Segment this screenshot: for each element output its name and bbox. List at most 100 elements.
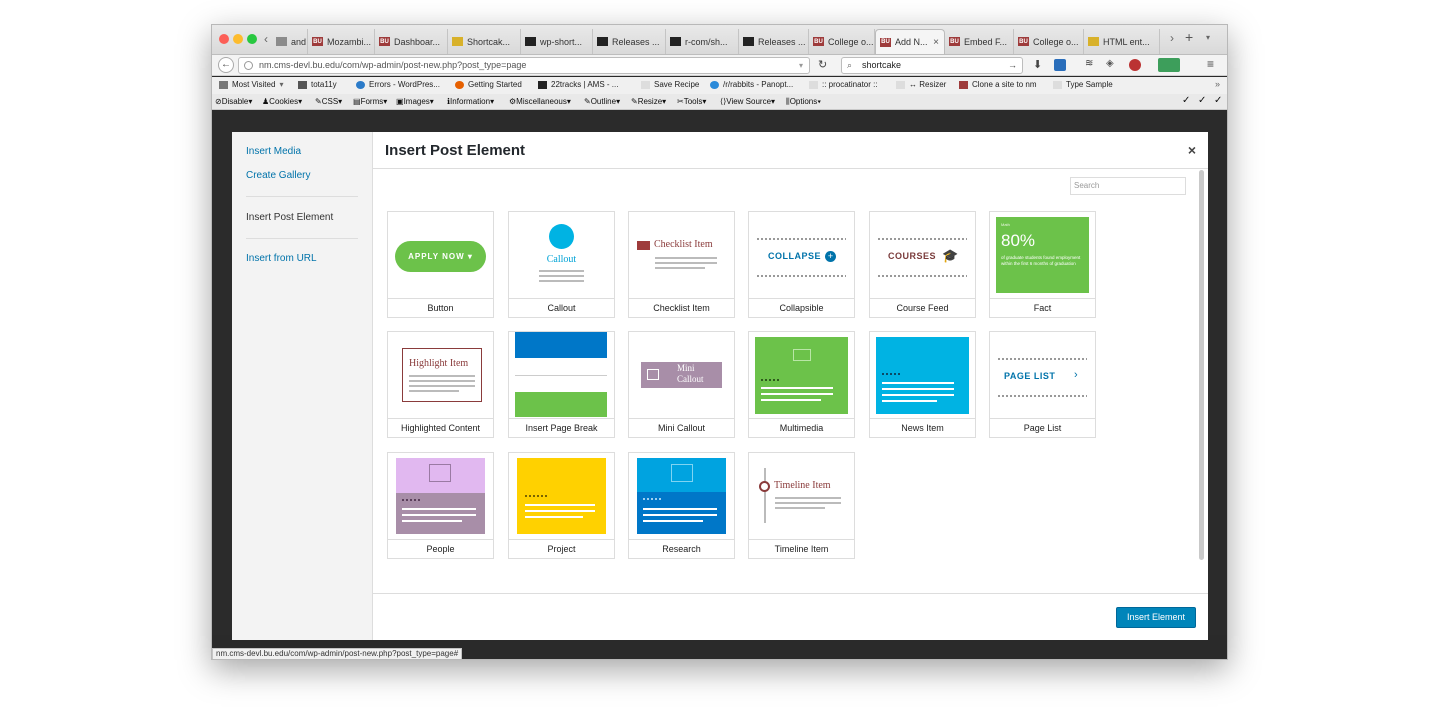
tab-scroll-left-icon[interactable]: ‹ — [264, 32, 268, 46]
tab-list-icon[interactable]: ▾ — [1206, 33, 1210, 42]
element-card-timeline-item[interactable]: Timeline Item Timeline Item — [748, 452, 855, 559]
browser-tab[interactable]: BU Add N... × — [875, 29, 945, 54]
browser-tab[interactable]: BU Embed F... — [945, 29, 1014, 54]
dev-cookies-menu[interactable]: ♟Cookies▾ — [262, 97, 302, 106]
dev-information-menu[interactable]: ℹInformation▾ — [447, 97, 494, 106]
browser-tab[interactable]: wp-short... — [521, 29, 593, 54]
element-card-collapsible[interactable]: COLLAPSE + Collapsible — [748, 211, 855, 318]
bookmark-errors[interactable]: Errors - WordPres... — [356, 80, 440, 89]
hamburger-menu-icon[interactable]: ≡ — [1207, 57, 1214, 71]
more-bookmarks-icon[interactable]: » — [1215, 79, 1220, 89]
reload-icon[interactable]: ↻ — [818, 58, 827, 71]
element-card-checklist-item[interactable]: Checklist Item Checklist Item — [628, 211, 735, 318]
apply-now-sample: APPLY NOW ▾ — [395, 241, 486, 272]
browser-tab[interactable]: BU Dashboar... — [375, 29, 448, 54]
page-break-bottom-block — [515, 392, 607, 417]
sidebar-item-insert-from-url[interactable]: Insert from URL — [246, 253, 317, 264]
dev-view-source-menu[interactable]: ⟨⟩View Source▾ — [720, 97, 775, 106]
browser-tab[interactable]: BU College o... — [1014, 29, 1084, 54]
url-dropdown-icon[interactable]: ▾ — [799, 58, 803, 73]
search-field[interactable]: ⌕ shortcake → — [841, 57, 1023, 74]
dev-disable-menu[interactable]: ⊘Disable▾ — [215, 97, 252, 106]
browser-tab[interactable]: Releases ... — [593, 29, 666, 54]
tab-scroll-right-icon[interactable]: › — [1170, 31, 1174, 45]
element-card-insert-page-break[interactable]: Insert Page Break — [508, 331, 615, 438]
download-icon[interactable]: ⬇ — [1033, 58, 1042, 71]
tab-label: Releases ... — [758, 36, 806, 47]
dev-forms-menu[interactable]: ▤Forms▾ — [353, 97, 387, 106]
search-go-icon[interactable]: → — [1008, 58, 1017, 73]
extension-icon[interactable] — [1054, 59, 1066, 71]
dotted-rule — [761, 379, 781, 381]
highlight-box: Highlight Item — [402, 348, 482, 402]
element-card-callout[interactable]: Callout Callout — [508, 211, 615, 318]
project-block — [517, 458, 606, 534]
browser-tab[interactable]: BU Mozambi... — [308, 29, 375, 54]
element-card-news-item[interactable]: News Item — [869, 331, 976, 438]
minimize-window-icon[interactable] — [233, 34, 243, 44]
element-card-highlighted-content[interactable]: Highlight Item Highlighted Content — [387, 331, 494, 438]
new-tab-button[interactable]: + — [1185, 29, 1193, 45]
element-card-course-feed[interactable]: COURSES 🎓 Course Feed — [869, 211, 976, 318]
zoom-window-icon[interactable] — [247, 34, 257, 44]
bookmark-getting-started[interactable]: Getting Started — [455, 80, 522, 89]
text-line — [409, 385, 475, 387]
profile-icon[interactable] — [1129, 59, 1141, 71]
tab-label: Mozambi... — [327, 36, 372, 47]
cube-icon[interactable]: ◈ — [1106, 58, 1114, 69]
browser-tab[interactable]: Releases ... — [739, 29, 809, 54]
element-card-people[interactable]: People — [387, 452, 494, 559]
check-icon[interactable]: ✓ — [1198, 95, 1206, 106]
close-icon[interactable]: × — [1188, 142, 1196, 158]
element-card-mini-callout[interactable]: Mini Callout Mini Callout — [628, 331, 735, 438]
tab-favicon-icon: BU — [312, 37, 323, 46]
sidebar-item-create-gallery[interactable]: Create Gallery — [246, 170, 310, 181]
dev-images-menu[interactable]: ▣Images▾ — [396, 97, 434, 106]
reddit-icon — [710, 80, 719, 89]
bookmark-procatinator[interactable]: :: procatinator :: — [809, 80, 878, 89]
url-bar[interactable]: nm.cms-devl.bu.edu/com/wp-admin/post-new… — [238, 57, 810, 74]
bookmark-most-visited[interactable]: Most Visited ▾ — [219, 80, 283, 89]
bookmark-22tracks[interactable]: 22tracks | AMS - ... — [538, 80, 618, 89]
mini-callout-sample-text: Mini Callout — [677, 363, 704, 384]
dev-tools-menu[interactable]: ✂Tools▾ — [677, 97, 706, 106]
browser-tab[interactable]: Shortcak... — [448, 29, 521, 54]
element-search-input[interactable]: Search — [1070, 177, 1186, 195]
element-card-page-list[interactable]: PAGE LIST › Page List — [989, 331, 1096, 438]
text-line — [402, 508, 476, 510]
insert-element-button[interactable]: Insert Element — [1116, 607, 1196, 628]
element-card-fact[interactable]: Math 80% of graduate students found empl… — [989, 211, 1096, 318]
tab-close-icon[interactable]: × — [933, 37, 939, 48]
browser-tab[interactable]: and ... — [272, 29, 308, 54]
sidebar-item-insert-post-element[interactable]: Insert Post Element — [246, 212, 333, 223]
bookmark-rabbits[interactable]: /r/rabbits - Panopt... — [710, 80, 793, 89]
check-icon[interactable]: ✓ — [1182, 95, 1190, 106]
browser-tab[interactable]: r-com/sh... — [666, 29, 739, 54]
bookmark-tota11y[interactable]: tota11y — [298, 80, 337, 89]
bookmark-type-sample[interactable]: Type Sample — [1053, 80, 1113, 89]
browser-tab[interactable]: HTML ent... — [1084, 29, 1160, 54]
color-picker-icon[interactable] — [1158, 58, 1180, 72]
element-card-multimedia[interactable]: Multimedia — [748, 331, 855, 438]
bookmark-resizer[interactable]: ↔ Resizer — [896, 80, 946, 89]
element-card-research[interactable]: Research — [628, 452, 735, 559]
check-icon[interactable]: ✓ — [1214, 95, 1222, 106]
back-button[interactable]: ← — [218, 57, 234, 73]
dev-outline-menu[interactable]: ✎Outline▾ — [584, 97, 620, 106]
sidebar-item-insert-media[interactable]: Insert Media — [246, 146, 301, 157]
dev-resize-menu[interactable]: ✎Resize▾ — [631, 97, 666, 106]
browser-tab[interactable]: BU College o... — [809, 29, 875, 54]
tab-favicon-icon: BU — [379, 37, 390, 46]
bookmark-save-recipe[interactable]: Save Recipe — [641, 80, 699, 89]
element-card-project[interactable]: Project — [508, 452, 615, 559]
bookmark-clone-site[interactable]: Clone a site to nm — [959, 80, 1036, 89]
close-window-icon[interactable] — [219, 34, 229, 44]
tab-favicon-icon — [597, 37, 608, 46]
dev-miscellaneous-menu[interactable]: ⚙Miscellaneous▾ — [509, 97, 571, 106]
layers-icon[interactable]: ≋ — [1085, 58, 1093, 69]
dev-css-menu[interactable]: ✎CSS▾ — [315, 97, 342, 106]
element-card-button[interactable]: APPLY NOW ▾ Button — [387, 211, 494, 318]
dev-options-menu[interactable]: ⫼Options▾ — [786, 97, 821, 107]
text-line — [775, 502, 841, 504]
scrollbar[interactable] — [1199, 170, 1204, 560]
